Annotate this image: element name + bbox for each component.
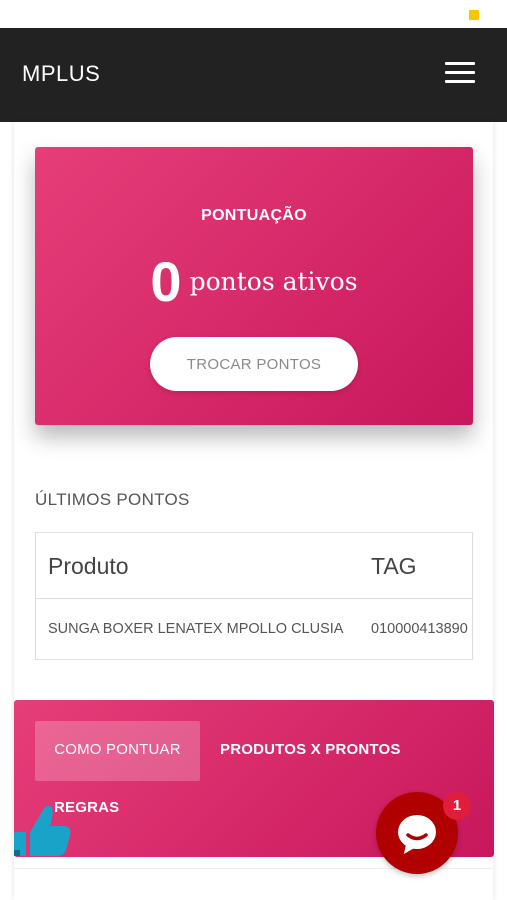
points-history-table: Produto TAG SUNGA BOXER LENATEX MPOLLO C…: [35, 532, 473, 660]
notification-dot-icon: [469, 10, 479, 20]
hamburger-menu-icon[interactable]: [445, 62, 475, 84]
chat-notification-badge: 1: [443, 792, 471, 820]
table-row: SUNGA BOXER LENATEX MPOLLO CLUSIA 010000…: [36, 600, 472, 659]
tab-produtos-x-prontos[interactable]: PRODUTOS X PRONTOS: [220, 721, 401, 781]
tab-como-pontuar[interactable]: COMO PONTUAR: [35, 721, 200, 781]
column-header-produto: Produto: [48, 553, 129, 579]
history-title: ÚLTIMOS PONTOS: [35, 490, 190, 509]
points-value: 0: [150, 250, 182, 313]
points-display: 0 pontos ativos: [35, 249, 473, 314]
points-label: PONTUAÇÃO: [201, 207, 307, 224]
points-card: PONTUAÇÃO 0 pontos ativos TROCAR PONTOS: [35, 147, 473, 425]
column-header-tag: TAG: [371, 553, 417, 579]
thumbs-up-icon[interactable]: [12, 798, 74, 858]
table-header: Produto TAG: [36, 533, 472, 599]
trade-points-button[interactable]: TROCAR PONTOS: [150, 337, 358, 391]
app-bar: MPLUS: [0, 28, 507, 122]
app-title: MPLUS: [22, 61, 101, 86]
cell-produto: SUNGA BOXER LENATEX MPOLLO CLUSIA: [48, 621, 344, 637]
points-suffix: pontos ativos: [189, 267, 358, 296]
cell-tag: 010000413890: [371, 621, 468, 637]
status-bar: [0, 0, 507, 28]
